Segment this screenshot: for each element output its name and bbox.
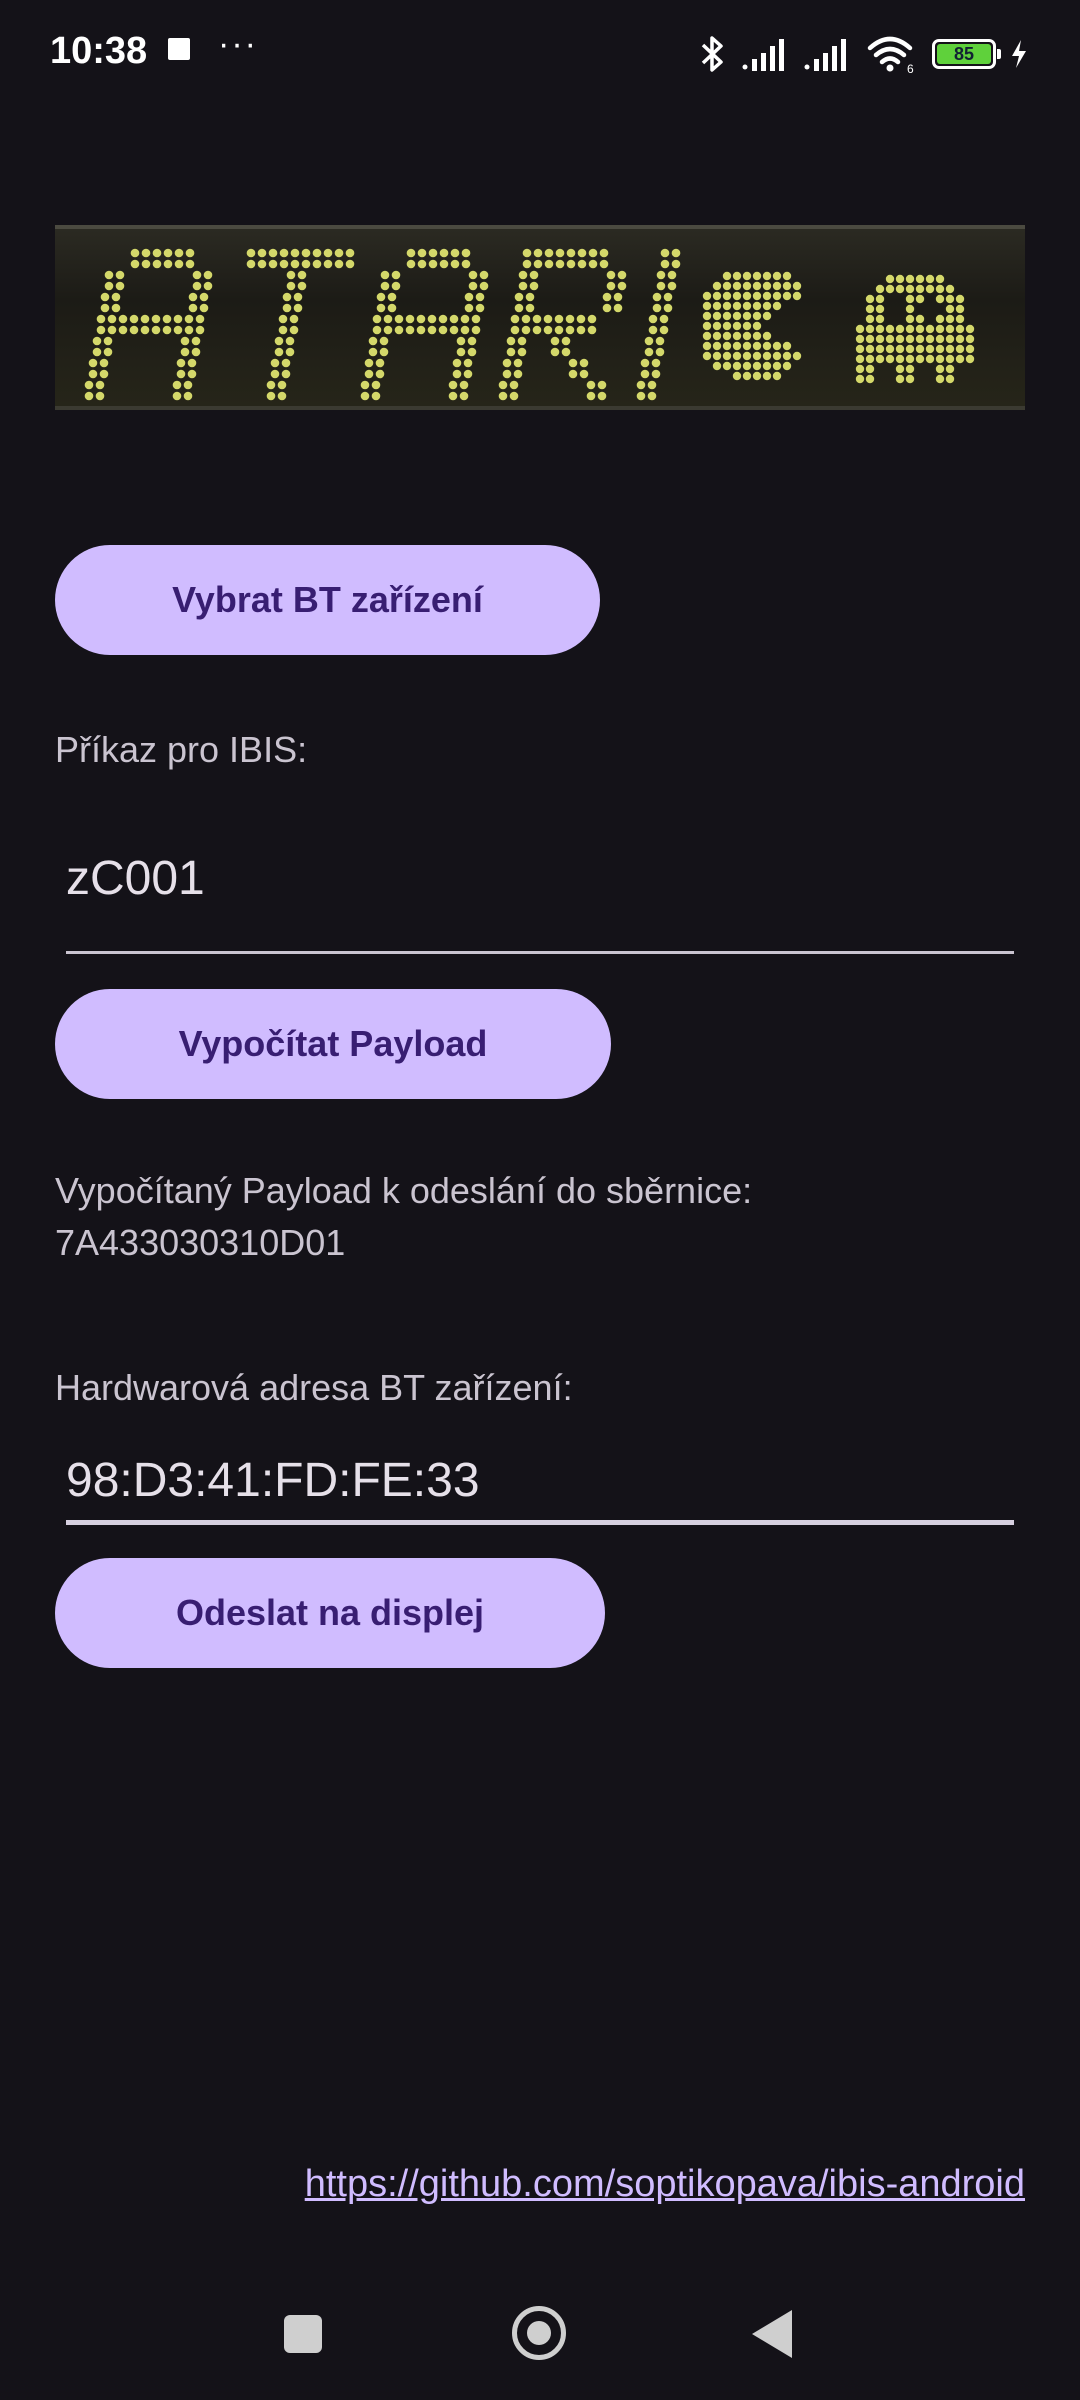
navigation-bar	[0, 2270, 1080, 2400]
stop-icon	[168, 38, 190, 60]
command-input-underline	[66, 951, 1014, 954]
repo-link[interactable]: https://github.com/soptikopava/ibis-andr…	[305, 2163, 1025, 2206]
back-icon[interactable]	[752, 2310, 792, 2358]
charging-icon	[1012, 40, 1026, 68]
select-bt-device-button[interactable]: Vybrat BT zařízení	[55, 545, 600, 655]
signal-icon	[742, 39, 784, 71]
hw-address-label: Hardwarová adresa BT zařízení:	[55, 1367, 573, 1408]
atari-banner-image	[55, 225, 1025, 410]
bluetooth-icon	[701, 36, 723, 72]
payload-value: 7A433030310D01	[55, 1222, 346, 1263]
wifi-icon: 6	[867, 36, 914, 74]
status-system-icons: 6 85	[698, 30, 1028, 78]
battery-cap	[997, 49, 1001, 59]
recent-apps-icon[interactable]	[284, 2315, 322, 2353]
more-icon: ···	[218, 25, 258, 63]
battery-icon: 85	[932, 39, 1001, 69]
send-to-display-button[interactable]: Odeslat na displej	[55, 1558, 605, 1668]
payload-label-text: Vypočítaný Payload k odeslání do sběrnic…	[55, 1170, 753, 1211]
home-icon[interactable]	[512, 2306, 566, 2360]
battery-fill: 85	[937, 44, 991, 64]
wifi-label: 6	[907, 62, 914, 74]
home-icon-dot	[527, 2321, 551, 2345]
app-screen: 10:38 ··· 6 85 Vybrat BT zařízení Příkaz…	[0, 0, 1080, 2400]
status-notification-icons: ···	[168, 27, 258, 61]
hw-address-underline	[66, 1520, 1014, 1525]
command-input[interactable]	[66, 838, 1014, 918]
compute-payload-button[interactable]: Vypočítat Payload	[55, 989, 611, 1099]
status-time: 10:38	[50, 30, 148, 72]
payload-label: Vypočítaný Payload k odeslání do sběrnic…	[55, 1165, 752, 1269]
led-display-graphic	[84, 248, 975, 401]
signal-icon	[804, 39, 846, 71]
battery-level: 85	[953, 43, 975, 64]
status-bar: 10:38 ··· 6 85	[0, 0, 1080, 110]
command-label: Příkaz pro IBIS:	[55, 729, 308, 770]
hw-address-input[interactable]	[66, 1440, 1014, 1520]
